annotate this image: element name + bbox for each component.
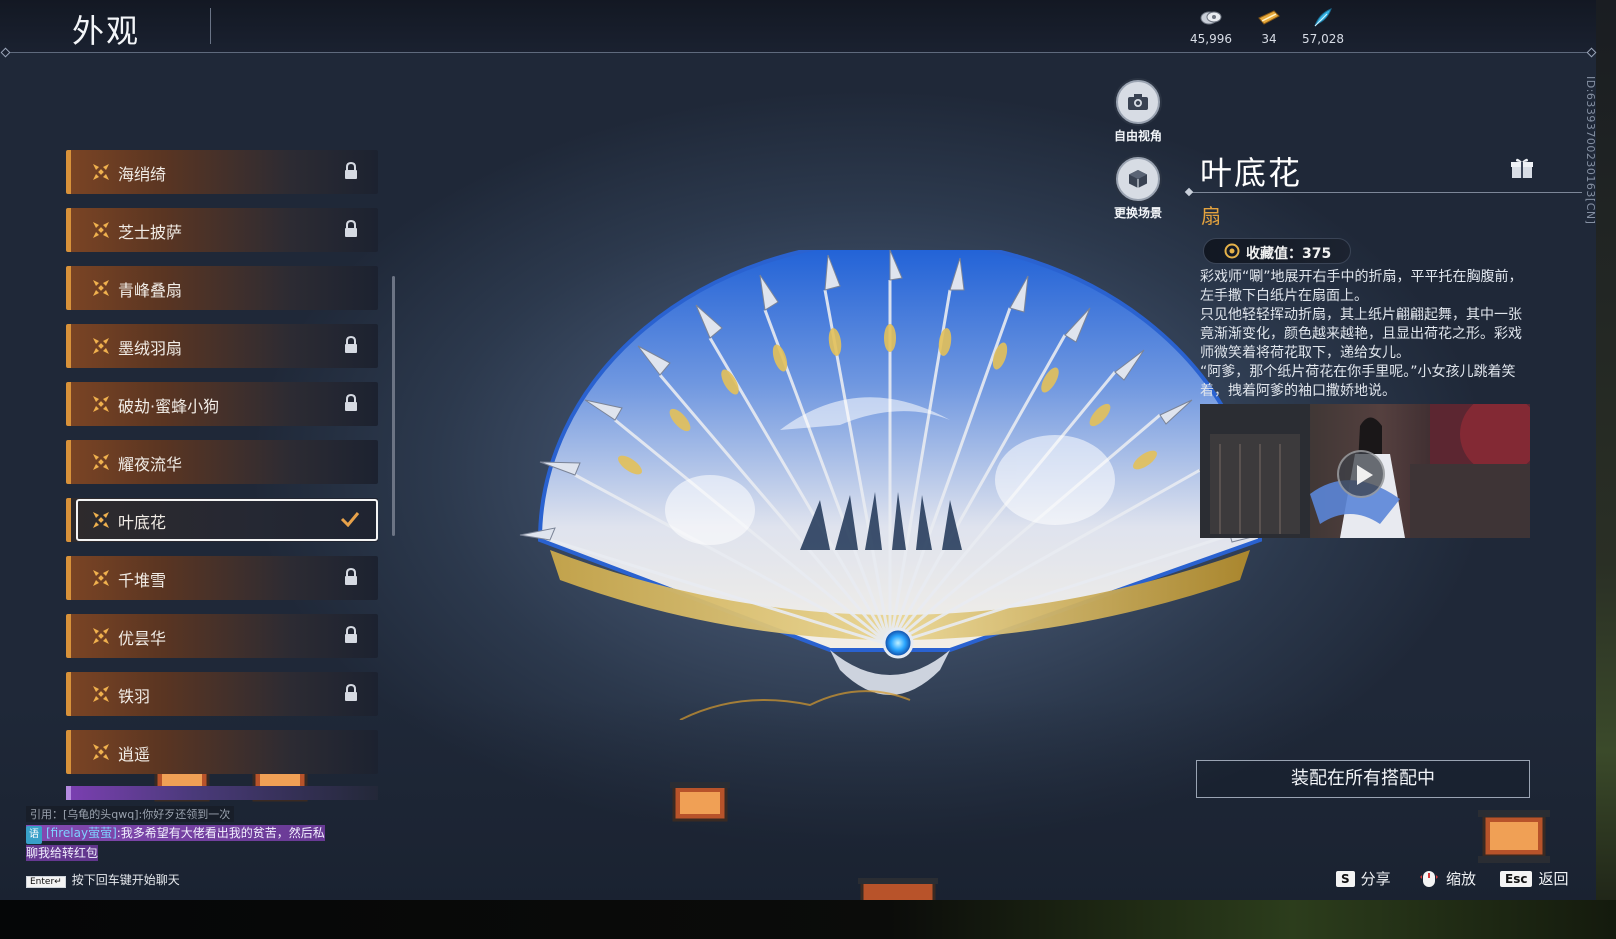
lock-icon: [345, 568, 357, 585]
bottom-band: [0, 900, 1616, 939]
fan-type-icon: [93, 512, 109, 528]
list-item[interactable]: 海绡绮: [66, 150, 378, 194]
list-item-label: 海绡绮: [118, 165, 167, 184]
lantern-decoration: [858, 878, 938, 900]
list-item[interactable]: 青峰叠扇: [66, 266, 378, 310]
lock-icon: [345, 162, 357, 179]
camera-icon: [1128, 94, 1148, 110]
lock-icon: [345, 220, 357, 237]
list-item[interactable]: 墨绒羽扇: [66, 324, 378, 368]
lock-icon: [345, 394, 357, 411]
change-scene-label: 更换场景: [1113, 206, 1162, 220]
list-item[interactable]: 耀夜流华: [66, 440, 378, 484]
list-item-label: 青峰叠扇: [118, 281, 183, 300]
share-label: 分享: [1360, 870, 1391, 888]
chat-input-label: 按下回车键开始聊天: [71, 873, 180, 887]
chat-input-hint[interactable]: Enter↵ 按下回车键开始聊天: [26, 871, 180, 888]
lock-icon: [345, 336, 357, 353]
free-view-button[interactable]: 自由视角: [1108, 80, 1168, 144]
free-view-label: 自由视角: [1113, 129, 1162, 143]
cube-icon: [1129, 170, 1147, 188]
fan-type-icon: [93, 744, 109, 760]
top-divider: [4, 52, 1592, 53]
page-title: 外观: [72, 12, 141, 50]
list-item-label: 耀夜流华: [118, 455, 183, 474]
equip-all-button[interactable]: 装配在所有搭配中: [1196, 760, 1530, 798]
voice-tag-icon: 语: [26, 826, 42, 844]
edge-strip: [1596, 0, 1616, 939]
fan-type-icon: [93, 454, 109, 470]
fan-type-icon: [93, 338, 109, 354]
chat-message: 语 [firelay萤萤]:我多希望有大佬看出我的贫苦，然后私聊我给转红包: [26, 824, 326, 862]
change-scene-button[interactable]: 更换场景: [1108, 157, 1168, 221]
play-button[interactable]: [1337, 450, 1385, 498]
list-item-label: 优昙华: [118, 629, 167, 648]
list-item[interactable]: 破劫·蜜蜂小狗: [66, 382, 378, 426]
list-item-label: 破劫·蜜蜂小狗: [118, 397, 220, 416]
fan-type-icon: [93, 222, 109, 238]
list-item[interactable]: 芝士披萨: [66, 208, 378, 252]
item-description: 彩戏师“唰”地展开右手中的折扇，平平托在胸腹前，左手撒下白纸片在扇面上。 只见他…: [1200, 269, 1523, 399]
currency-feathers[interactable]: 57,028: [1288, 6, 1358, 46]
list-item[interactable]: 逍遥: [66, 730, 378, 774]
list-item-label: 芝士披萨: [118, 223, 183, 242]
title-divider: [210, 8, 211, 44]
collection-value-badge: 收藏值：375: [1203, 238, 1351, 264]
fan-type-icon: [93, 164, 109, 180]
check-icon: [340, 512, 360, 527]
fan-type-icon: [93, 686, 109, 702]
list-item-label: 叶底花: [118, 513, 167, 532]
list-item[interactable]: 铁羽: [66, 672, 378, 716]
fan-type-icon: [93, 628, 109, 644]
top-bar: 外观 45,996 34 57,028: [0, 0, 1596, 53]
lock-icon: [345, 684, 357, 701]
list-item-label: 铁羽: [118, 687, 151, 706]
item-name: 叶底花: [1200, 154, 1303, 192]
fan-type-icon: [93, 570, 109, 586]
name-divider: [1190, 192, 1582, 193]
enter-key-icon: Enter↵: [26, 876, 66, 888]
ticket-icon: [1258, 10, 1280, 25]
zoom-label: 缩放: [1446, 870, 1477, 888]
collection-value: 收藏值：375: [1246, 246, 1332, 262]
list-item[interactable]: 千堆雪: [66, 556, 378, 600]
back-label: 返回: [1538, 870, 1569, 888]
chat-quote: 引用：[乌龟的头qwq]:你好歹还领到一次: [26, 806, 235, 822]
mouse-icon: [1420, 870, 1438, 887]
fan-type-icon: [93, 396, 109, 412]
list-scrollbar[interactable]: [392, 276, 395, 536]
player-id-text: ID:6339370023016​3[CN]: [1584, 76, 1597, 225]
collection-icon: [1224, 243, 1240, 259]
list-item-label: 逍遥: [118, 745, 151, 764]
coin-stack-icon: [1200, 11, 1222, 25]
back-hint[interactable]: Esc 返回: [1500, 868, 1568, 890]
lantern-decoration: [1478, 810, 1550, 863]
list-item[interactable]: 优昙华: [66, 614, 378, 658]
lock-icon: [345, 626, 357, 643]
currency-feathers-value: 57,028: [1302, 32, 1344, 46]
feather-icon: [1314, 8, 1332, 27]
list-item-label: 千堆雪: [118, 571, 167, 590]
share-key: S: [1336, 870, 1355, 887]
chat-sender[interactable]: [firelay萤萤]: [46, 826, 117, 840]
list-item[interactable]: 叶底花: [66, 498, 378, 542]
play-icon: [1357, 465, 1373, 485]
lantern-decoration: [670, 782, 730, 822]
item-type: 扇: [1201, 204, 1221, 228]
share-hint[interactable]: S 分享: [1336, 868, 1391, 890]
list-item-label: 墨绒羽扇: [118, 339, 183, 358]
fan-artwork: [519, 250, 1273, 720]
appearance-list: 海绡绮芝士披萨青峰叠扇墨绒羽扇破劫·蜜蜂小狗 耀夜流华叶底花千堆雪优昙华铁羽逍遥: [66, 150, 386, 798]
gift-icon[interactable]: [1510, 156, 1534, 180]
zoom-hint[interactable]: 缩放: [1418, 868, 1476, 890]
fan-type-icon: [93, 280, 109, 296]
esc-key: Esc: [1500, 870, 1533, 887]
list-item-partial[interactable]: [66, 786, 378, 800]
